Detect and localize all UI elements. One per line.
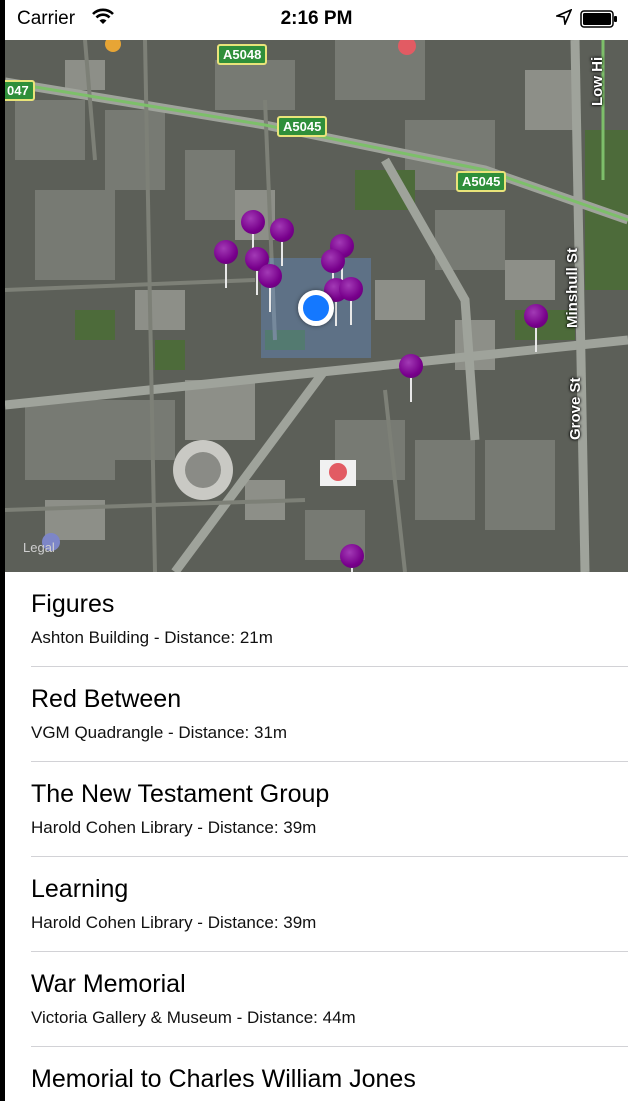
item-title: War Memorial [31,970,186,998]
item-subtitle: Victoria Gallery & Museum - Distance: 44… [31,1008,356,1027]
list-item[interactable]: The New Testament Group Harold Cohen Lib… [5,762,628,857]
item-subtitle: Harold Cohen Library - Distance: 39m [31,818,317,837]
street-label: Grove St [567,377,584,440]
road-label: A5048 [217,44,268,65]
street-label: Low Hi [589,56,606,106]
street-label: Minshull St [564,248,581,328]
item-subtitle: Harold Cohen Library - Distance: 39m [31,913,317,932]
road-label: A5045 [456,171,507,192]
road-label: 047 [5,80,35,101]
app-screen: Carrier 2:16 PM A5048 A5045 A5045 047 Mi… [5,0,628,1101]
item-title: The New Testament Group [31,780,330,808]
location-arrow-icon [554,8,573,31]
list-item[interactable]: Learning Harold Cohen Library - Distance… [5,857,628,952]
item-title: Learning [31,875,129,903]
user-location-dot [298,290,334,326]
list-item[interactable]: War Memorial Victoria Gallery & Museum -… [5,952,628,1047]
list-item[interactable]: Memorial to Charles William Jones [5,1047,628,1101]
artwork-list: Figures Ashton Building - Distance: 21m … [5,572,628,1101]
list-item[interactable]: Red Between VGM Quadrangle - Distance: 3… [5,667,628,762]
item-title: Figures [31,590,115,618]
item-subtitle: Ashton Building - Distance: 21m [31,628,273,647]
legal-link[interactable]: Legal [23,540,55,555]
item-subtitle: VGM Quadrangle - Distance: 31m [31,723,288,742]
item-title: Memorial to Charles William Jones [31,1065,416,1093]
road-label: A5045 [277,116,328,137]
item-title: Red Between [31,685,182,713]
map-view[interactable]: A5048 A5045 A5045 047 Minshull St Grove … [5,40,628,572]
status-time: 2:16 PM [280,8,353,29]
status-bar: Carrier 2:16 PM [5,0,628,40]
list-item[interactable]: Figures Ashton Building - Distance: 21m [5,572,628,667]
battery-icon [580,10,618,28]
